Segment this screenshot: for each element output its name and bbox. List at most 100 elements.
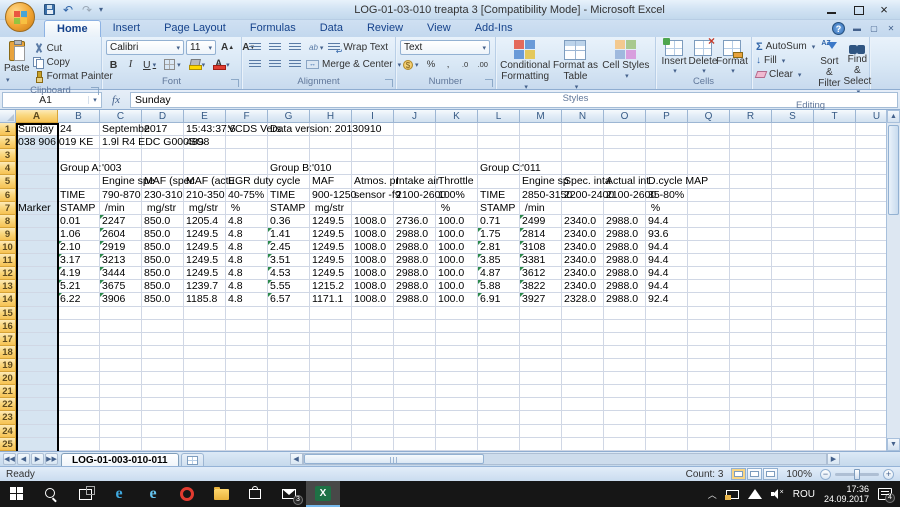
cell-B10[interactable]: 2.10 — [58, 240, 100, 255]
cell-P2[interactable] — [646, 136, 688, 150]
cell-S6[interactable] — [772, 188, 814, 202]
cell-C20[interactable] — [100, 372, 142, 386]
cell-K8[interactable]: 100.0 — [436, 214, 478, 228]
ribbon-tab-review[interactable]: Review — [355, 20, 415, 37]
taskview-taskbar-button[interactable] — [68, 481, 102, 507]
cell-T12[interactable] — [814, 267, 856, 281]
italic-button[interactable]: I — [123, 57, 138, 72]
row-header-7[interactable]: 7 — [0, 201, 16, 215]
cell-R8[interactable] — [730, 214, 772, 228]
cell-I25[interactable] — [352, 437, 394, 451]
cell-C19[interactable] — [100, 358, 142, 373]
align-middle-button[interactable] — [266, 40, 284, 55]
cell-K11[interactable]: 100.0 — [436, 254, 478, 268]
cell-G10[interactable]: 2.45 — [268, 240, 310, 255]
cell-B22[interactable] — [58, 398, 100, 412]
grow-font-button[interactable]: A ▲ — [218, 40, 237, 55]
tray-expand-icon[interactable]: ︿ — [708, 488, 717, 501]
cell-C17[interactable] — [100, 332, 142, 346]
cell-Q25[interactable] — [688, 437, 730, 451]
cell-O3[interactable] — [604, 149, 646, 163]
cell-N13[interactable]: 2340.0 — [562, 280, 604, 294]
cell-T25[interactable] — [814, 437, 856, 451]
cell-K21[interactable] — [436, 385, 478, 399]
cell-R20[interactable] — [730, 372, 772, 386]
language-indicator[interactable]: ROU — [793, 489, 815, 500]
cell-M11[interactable]: 3381 — [520, 254, 562, 268]
cell-S25[interactable] — [772, 437, 814, 451]
cell-C16[interactable] — [100, 319, 142, 333]
opera-taskbar-button[interactable] — [170, 481, 204, 507]
cell-G22[interactable] — [268, 398, 310, 412]
increase-decimal-button[interactable]: .0 — [458, 57, 473, 72]
row-header-19[interactable]: 19 — [0, 358, 16, 373]
cell-I8[interactable]: 1008.0 — [352, 214, 394, 228]
cell-L12[interactable]: 4.87 — [478, 267, 520, 281]
cell-K14[interactable]: 100.0 — [436, 293, 478, 307]
align-top-button[interactable] — [246, 40, 264, 55]
underline-button[interactable]: U — [140, 57, 159, 72]
row-header-10[interactable]: 10 — [0, 240, 16, 255]
row-header-13[interactable]: 13 — [0, 280, 16, 294]
cell-E15[interactable] — [184, 306, 226, 320]
cell-D20[interactable] — [142, 372, 184, 386]
cell-H20[interactable] — [310, 372, 352, 386]
cell-L17[interactable] — [478, 332, 520, 346]
cell-K16[interactable] — [436, 319, 478, 333]
first-sheet-button[interactable]: ◀◀ — [3, 453, 16, 465]
cell-A8[interactable] — [16, 214, 58, 228]
cell-C13[interactable]: 3675 — [100, 280, 142, 294]
cell-A19[interactable] — [16, 358, 58, 373]
cell-K2[interactable] — [436, 136, 478, 150]
cell-D4[interactable] — [142, 162, 184, 176]
cell-C1[interactable]: Septembe — [100, 123, 150, 137]
select-all-corner[interactable] — [0, 110, 16, 123]
cell-M16[interactable] — [520, 319, 562, 333]
cell-J24[interactable] — [394, 424, 436, 438]
column-header-F[interactable]: F — [226, 110, 268, 123]
cell-L8[interactable]: 0.71 — [478, 214, 520, 228]
cell-H16[interactable] — [310, 319, 352, 333]
cell-O17[interactable] — [604, 332, 646, 346]
cell-S19[interactable] — [772, 358, 814, 373]
cell-Q4[interactable] — [688, 162, 730, 176]
cell-S12[interactable] — [772, 267, 814, 281]
cell-K6[interactable]: 100% — [436, 188, 478, 202]
autosum-button[interactable]: Σ AutoSum — [756, 40, 815, 53]
cell-N7[interactable] — [562, 201, 604, 215]
cell-F6[interactable]: 40-75% — [226, 188, 268, 202]
cell-A2[interactable]: 038 906 019 KE — [16, 136, 93, 150]
cell-H18[interactable] — [310, 345, 352, 359]
cell-D22[interactable] — [142, 398, 184, 412]
cell-P21[interactable] — [646, 385, 688, 399]
cell-L14[interactable]: 6.91 — [478, 293, 520, 307]
cell-E14[interactable]: 1185.8 — [184, 293, 226, 307]
cell-Q3[interactable] — [688, 149, 730, 163]
cell-F25[interactable] — [226, 437, 268, 451]
cell-M6[interactable]: 2850-3150 — [520, 188, 572, 202]
row-header-17[interactable]: 17 — [0, 332, 16, 346]
workbook-minimize-button[interactable]: ▬ — [852, 24, 862, 33]
cell-N5[interactable]: Spec. inta — [562, 175, 611, 189]
cell-P1[interactable] — [646, 123, 688, 137]
cell-O12[interactable]: 2988.0 — [604, 267, 646, 281]
cell-G7[interactable]: STAMP — [268, 201, 310, 215]
cell-C8[interactable]: 2247 — [100, 214, 142, 228]
cell-N4[interactable] — [562, 162, 604, 176]
cell-B23[interactable] — [58, 411, 100, 425]
excel-taskbar-button[interactable]: X — [306, 481, 340, 507]
cell-C25[interactable] — [100, 437, 142, 451]
cell-J6[interactable]: 2100-2600 — [394, 188, 446, 202]
cell-O16[interactable] — [604, 319, 646, 333]
cell-F9[interactable]: 4.8 — [226, 227, 268, 241]
horizontal-scroll-track[interactable] — [302, 453, 827, 465]
cell-K23[interactable] — [436, 411, 478, 425]
cell-F19[interactable] — [226, 358, 268, 373]
column-header-L[interactable]: L — [478, 110, 520, 123]
cell-O22[interactable] — [604, 398, 646, 412]
cell-O2[interactable] — [604, 136, 646, 150]
cell-T16[interactable] — [814, 319, 856, 333]
column-header-Q[interactable]: Q — [688, 110, 730, 123]
cell-R15[interactable] — [730, 306, 772, 320]
cell-F12[interactable]: 4.8 — [226, 267, 268, 281]
